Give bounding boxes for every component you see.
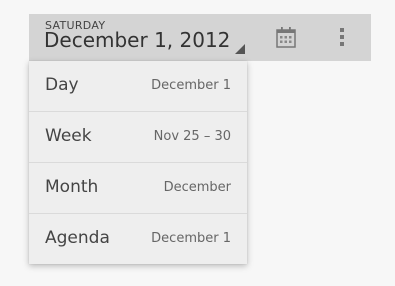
menu-item-agenda[interactable]: Agenda December 1 — [29, 214, 247, 264]
action-bar: SATURDAY December 1, 2012 — [29, 14, 371, 61]
menu-item-label: Week — [45, 126, 92, 146]
menu-item-detail: December 1 — [151, 78, 231, 93]
view-dropdown-menu: Day December 1 Week Nov 25 – 30 Month De… — [29, 61, 247, 264]
menu-item-day[interactable]: Day December 1 — [29, 61, 247, 112]
menu-item-label: Day — [45, 75, 79, 95]
menu-item-label: Agenda — [45, 228, 110, 248]
menu-item-month[interactable]: Month December — [29, 163, 247, 214]
menu-item-detail: December — [163, 180, 231, 195]
date-label: December 1, 2012 — [44, 28, 231, 52]
overflow-menu-icon[interactable] — [336, 26, 348, 48]
menu-item-detail: December 1 — [151, 231, 231, 246]
calendar-icon[interactable] — [275, 26, 297, 48]
spinner-triangle-icon — [235, 44, 245, 54]
menu-item-detail: Nov 25 – 30 — [153, 129, 231, 144]
menu-item-label: Month — [45, 177, 99, 197]
menu-item-week[interactable]: Week Nov 25 – 30 — [29, 112, 247, 163]
date-spinner[interactable]: SATURDAY December 1, 2012 — [29, 14, 247, 61]
